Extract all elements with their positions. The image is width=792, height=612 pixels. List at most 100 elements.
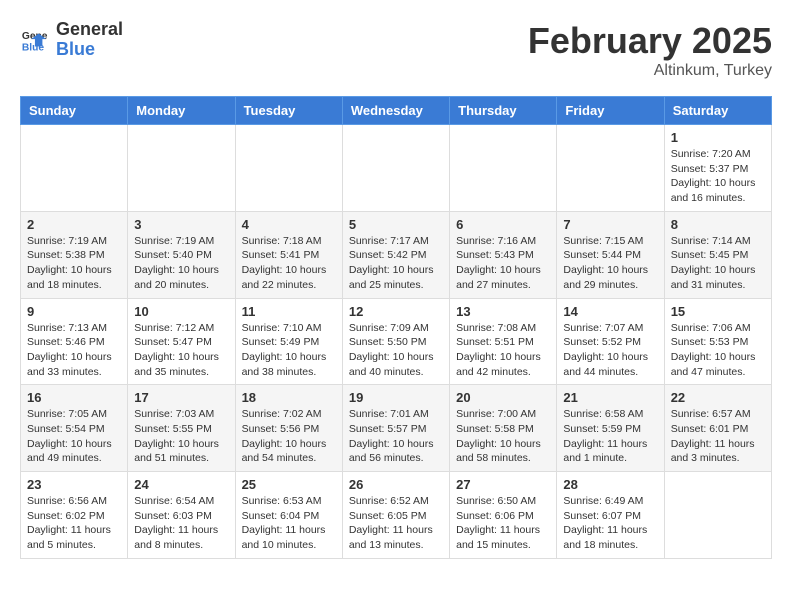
day-number: 6 [456, 217, 550, 232]
calendar-cell: 12 Sunrise: 7:09 AM Sunset: 5:50 PM Dayli… [342, 298, 449, 385]
calendar-week-2: 2Sunrise: 7:19 AM Sunset: 5:38 PM Daylig… [21, 211, 772, 298]
day-number: 11 [242, 304, 336, 319]
day-number: 27 [456, 477, 550, 492]
calendar-cell: 16 Sunrise: 7:05 AM Sunset: 5:54 PM Dayli… [21, 385, 128, 472]
calendar-cell: 23 Sunrise: 6:56 AM Sunset: 6:02 PM Dayli… [21, 472, 128, 559]
day-number: 1 [671, 130, 765, 145]
column-header-thursday: Thursday [450, 97, 557, 125]
day-info: Sunrise: 7:12 AM Sunset: 5:47 PM Dayligh… [134, 321, 228, 380]
day-info: Sunrise: 7:16 AM Sunset: 5:43 PM Dayligh… [456, 234, 550, 293]
column-header-tuesday: Tuesday [235, 97, 342, 125]
day-number: 7 [563, 217, 657, 232]
day-number: 25 [242, 477, 336, 492]
column-header-sunday: Sunday [21, 97, 128, 125]
calendar-cell: 7 Sunrise: 7:15 AM Sunset: 5:44 PM Daylig… [557, 211, 664, 298]
day-number: 2 [27, 217, 121, 232]
calendar-cell: 13 Sunrise: 7:08 AM Sunset: 5:51 PM Dayli… [450, 298, 557, 385]
calendar-cell [21, 125, 128, 212]
day-info: Sunrise: 7:05 AM Sunset: 5:54 PM Dayligh… [27, 407, 121, 466]
day-number: 22 [671, 390, 765, 405]
day-number: 16 [27, 390, 121, 405]
calendar-table: SundayMondayTuesdayWednesdayThursdayFrid… [20, 96, 772, 559]
month-year: February 2025 [528, 20, 772, 62]
calendar-cell: 22 Sunrise: 6:57 AM Sunset: 6:01 PM Dayli… [664, 385, 771, 472]
day-info: Sunrise: 6:49 AM Sunset: 6:07 PM Dayligh… [563, 494, 657, 553]
calendar-cell: 18 Sunrise: 7:02 AM Sunset: 5:56 PM Dayli… [235, 385, 342, 472]
calendar-cell: 2Sunrise: 7:19 AM Sunset: 5:38 PM Daylig… [21, 211, 128, 298]
calendar-cell: 6 Sunrise: 7:16 AM Sunset: 5:43 PM Daylig… [450, 211, 557, 298]
logo: General Blue General Blue [20, 20, 123, 60]
day-info: Sunrise: 7:00 AM Sunset: 5:58 PM Dayligh… [456, 407, 550, 466]
calendar-cell: 28 Sunrise: 6:49 AM Sunset: 6:07 PM Dayli… [557, 472, 664, 559]
day-info: Sunrise: 7:08 AM Sunset: 5:51 PM Dayligh… [456, 321, 550, 380]
day-info: Sunrise: 7:07 AM Sunset: 5:52 PM Dayligh… [563, 321, 657, 380]
calendar-cell: 14 Sunrise: 7:07 AM Sunset: 5:52 PM Dayli… [557, 298, 664, 385]
calendar-header-row: SundayMondayTuesdayWednesdayThursdayFrid… [21, 97, 772, 125]
day-info: Sunrise: 7:15 AM Sunset: 5:44 PM Dayligh… [563, 234, 657, 293]
calendar-cell: 8 Sunrise: 7:14 AM Sunset: 5:45 PM Daylig… [664, 211, 771, 298]
day-info: Sunrise: 6:58 AM Sunset: 5:59 PM Dayligh… [563, 407, 657, 466]
calendar-cell: 26 Sunrise: 6:52 AM Sunset: 6:05 PM Dayli… [342, 472, 449, 559]
day-info: Sunrise: 7:06 AM Sunset: 5:53 PM Dayligh… [671, 321, 765, 380]
day-number: 18 [242, 390, 336, 405]
day-number: 15 [671, 304, 765, 319]
calendar-week-1: 1 Sunrise: 7:20 AM Sunset: 5:37 PM Daylig… [21, 125, 772, 212]
day-info: Sunrise: 7:13 AM Sunset: 5:46 PM Dayligh… [27, 321, 121, 380]
column-header-saturday: Saturday [664, 97, 771, 125]
day-number: 19 [349, 390, 443, 405]
day-info: Sunrise: 7:20 AM Sunset: 5:37 PM Dayligh… [671, 147, 765, 206]
calendar-cell: 21 Sunrise: 6:58 AM Sunset: 5:59 PM Dayli… [557, 385, 664, 472]
day-info: Sunrise: 7:19 AM Sunset: 5:40 PM Dayligh… [134, 234, 228, 293]
day-info: Sunrise: 6:50 AM Sunset: 6:06 PM Dayligh… [456, 494, 550, 553]
calendar-cell: 3 Sunrise: 7:19 AM Sunset: 5:40 PM Daylig… [128, 211, 235, 298]
calendar-cell: 15 Sunrise: 7:06 AM Sunset: 5:53 PM Dayli… [664, 298, 771, 385]
calendar-cell [664, 472, 771, 559]
day-number: 28 [563, 477, 657, 492]
day-number: 23 [27, 477, 121, 492]
day-number: 5 [349, 217, 443, 232]
location: Altinkum, Turkey [528, 62, 772, 80]
logo-blue-text: Blue [56, 40, 123, 60]
calendar-cell: 19Sunrise: 7:01 AM Sunset: 5:57 PM Dayli… [342, 385, 449, 472]
day-info: Sunrise: 6:52 AM Sunset: 6:05 PM Dayligh… [349, 494, 443, 553]
day-info: Sunrise: 6:57 AM Sunset: 6:01 PM Dayligh… [671, 407, 765, 466]
calendar-cell: 27 Sunrise: 6:50 AM Sunset: 6:06 PM Dayli… [450, 472, 557, 559]
calendar-week-4: 16 Sunrise: 7:05 AM Sunset: 5:54 PM Dayli… [21, 385, 772, 472]
calendar-cell: 9 Sunrise: 7:13 AM Sunset: 5:46 PM Daylig… [21, 298, 128, 385]
day-number: 4 [242, 217, 336, 232]
calendar-cell: 10 Sunrise: 7:12 AM Sunset: 5:47 PM Dayli… [128, 298, 235, 385]
day-info: Sunrise: 7:14 AM Sunset: 5:45 PM Dayligh… [671, 234, 765, 293]
day-number: 14 [563, 304, 657, 319]
day-info: Sunrise: 6:54 AM Sunset: 6:03 PM Dayligh… [134, 494, 228, 553]
day-number: 8 [671, 217, 765, 232]
calendar-cell: 25 Sunrise: 6:53 AM Sunset: 6:04 PM Dayli… [235, 472, 342, 559]
day-number: 12 [349, 304, 443, 319]
logo-icon: General Blue [20, 26, 48, 54]
calendar-cell [450, 125, 557, 212]
day-info: Sunrise: 6:56 AM Sunset: 6:02 PM Dayligh… [27, 494, 121, 553]
day-number: 9 [27, 304, 121, 319]
column-header-wednesday: Wednesday [342, 97, 449, 125]
day-number: 21 [563, 390, 657, 405]
column-header-friday: Friday [557, 97, 664, 125]
calendar-cell: 11Sunrise: 7:10 AM Sunset: 5:49 PM Dayli… [235, 298, 342, 385]
day-info: Sunrise: 7:18 AM Sunset: 5:41 PM Dayligh… [242, 234, 336, 293]
day-number: 17 [134, 390, 228, 405]
calendar-week-5: 23 Sunrise: 6:56 AM Sunset: 6:02 PM Dayli… [21, 472, 772, 559]
calendar-cell: 1 Sunrise: 7:20 AM Sunset: 5:37 PM Daylig… [664, 125, 771, 212]
day-number: 24 [134, 477, 228, 492]
day-info: Sunrise: 7:17 AM Sunset: 5:42 PM Dayligh… [349, 234, 443, 293]
day-number: 13 [456, 304, 550, 319]
day-number: 3 [134, 217, 228, 232]
calendar-cell: 17Sunrise: 7:03 AM Sunset: 5:55 PM Dayli… [128, 385, 235, 472]
calendar-week-3: 9 Sunrise: 7:13 AM Sunset: 5:46 PM Daylig… [21, 298, 772, 385]
day-number: 10 [134, 304, 228, 319]
calendar-cell: 5 Sunrise: 7:17 AM Sunset: 5:42 PM Daylig… [342, 211, 449, 298]
calendar-cell: 20 Sunrise: 7:00 AM Sunset: 5:58 PM Dayli… [450, 385, 557, 472]
day-info: Sunrise: 7:02 AM Sunset: 5:56 PM Dayligh… [242, 407, 336, 466]
calendar-cell [342, 125, 449, 212]
day-info: Sunrise: 6:53 AM Sunset: 6:04 PM Dayligh… [242, 494, 336, 553]
day-number: 20 [456, 390, 550, 405]
day-number: 26 [349, 477, 443, 492]
day-info: Sunrise: 7:09 AM Sunset: 5:50 PM Dayligh… [349, 321, 443, 380]
